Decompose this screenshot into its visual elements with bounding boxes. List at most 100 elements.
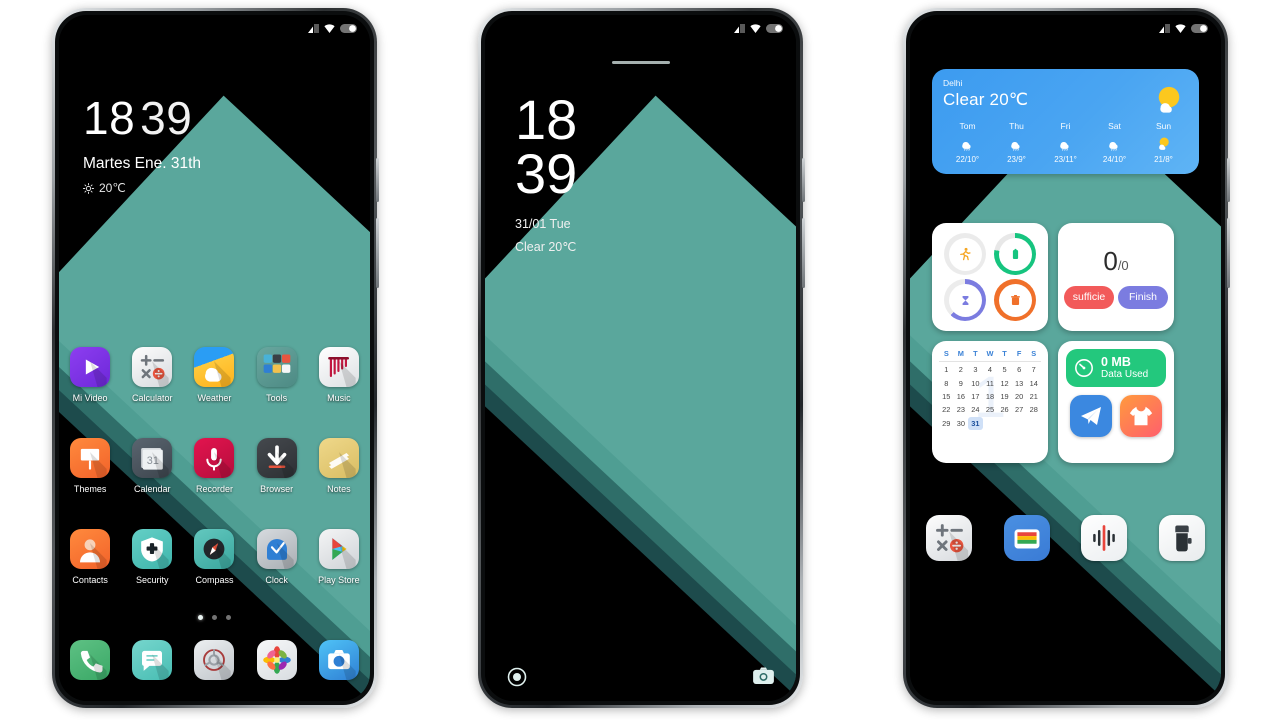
calendar-day[interactable]: 6 [1012, 363, 1027, 376]
app-security[interactable]: Security [125, 529, 179, 585]
app-recorder[interactable]: Recorder [187, 438, 241, 494]
notes-icon[interactable] [318, 438, 359, 478]
calendar-day[interactable]: 20 [1012, 390, 1027, 403]
calculator-icon[interactable] [132, 347, 173, 387]
calendar-day[interactable]: 27 [1012, 403, 1027, 416]
app-browser[interactable]: Browser [250, 438, 304, 494]
calendar-day[interactable]: 2 [954, 363, 969, 376]
calendar-day[interactable]: 21 [1026, 390, 1041, 403]
camera-icon[interactable] [318, 640, 359, 680]
calendar-day[interactable]: 8 [939, 376, 954, 389]
app-wallet[interactable] [1000, 515, 1054, 561]
calendar-day[interactable]: 14 [1026, 376, 1041, 389]
app-themes[interactable]: Themes [63, 438, 117, 494]
calendar-widget[interactable]: 1 SMTWTFS 1 2 3 4 5 6 7 8 9 10 11 12 13 14 15 16 17 18 19 2… [932, 341, 1048, 463]
score-widget[interactable]: 0/0 sufficie Finish [1058, 223, 1174, 331]
calendar-day[interactable]: 12 [997, 376, 1012, 389]
data-usage-widget[interactable]: 0 MB Data Used [1058, 341, 1174, 463]
fitness-ring-trash[interactable] [994, 279, 1036, 321]
fitness-widget[interactable] [932, 223, 1048, 331]
lock-clock-widget[interactable]: 18 39 31/01 Tue Clear 20℃ [515, 92, 577, 254]
fitness-ring-running[interactable] [944, 233, 986, 275]
calendar-day[interactable]: 19 [997, 390, 1012, 403]
browser-icon[interactable] [256, 438, 297, 478]
calendar-day[interactable]: 17 [968, 390, 983, 403]
volume-button[interactable] [802, 218, 805, 288]
clock-widget[interactable]: 18 39 Martes Ene. 31th 20℃ [83, 95, 201, 195]
calendar-day[interactable]: 1 [939, 363, 954, 376]
app-play-store[interactable]: Play Store [312, 529, 366, 585]
app-contacts[interactable]: Contacts [63, 529, 117, 585]
power-button[interactable] [376, 158, 379, 202]
calendar-day[interactable]: 29 [939, 417, 954, 430]
telegram-icon[interactable] [1070, 394, 1112, 437]
page-dot[interactable] [212, 615, 217, 620]
gallery-icon[interactable] [256, 640, 297, 680]
security-icon[interactable] [132, 529, 173, 569]
calendar-day[interactable]: 13 [1012, 376, 1027, 389]
compass-icon[interactable] [194, 529, 235, 569]
app-tools[interactable]: Tools [250, 347, 304, 403]
calendar-day[interactable]: 16 [954, 390, 969, 403]
calendar-day[interactable]: 30 [954, 417, 969, 430]
power-button[interactable] [802, 158, 805, 202]
music-icon[interactable] [318, 347, 359, 387]
phone-icon[interactable] [70, 640, 111, 680]
calendar-day[interactable]: 11 [983, 376, 998, 389]
app-notes[interactable]: Notes [312, 438, 366, 494]
weather-widget[interactable]: Delhi Clear 20℃ Tom 22/10° Thu 23/9° Fri 23/1… [932, 69, 1199, 174]
messages-icon[interactable] [132, 640, 173, 680]
power-button[interactable] [1227, 158, 1230, 202]
calendar-day[interactable]: 15 [939, 390, 954, 403]
calendar-day[interactable]: 24 [968, 403, 983, 416]
flashlight-icon[interactable] [1159, 515, 1206, 561]
themes-icon[interactable] [70, 438, 111, 478]
app-mi-video[interactable]: Mi Video [63, 347, 117, 403]
app-calculator[interactable] [922, 515, 976, 561]
app-flashlight[interactable] [1155, 515, 1209, 561]
tshirt-icon[interactable] [1120, 394, 1162, 437]
contacts-icon[interactable] [70, 529, 111, 569]
waveform-icon[interactable] [1081, 515, 1128, 561]
settings-icon[interactable] [194, 640, 235, 680]
flashlight-circle-icon[interactable] [507, 667, 527, 687]
dock-settings[interactable] [187, 640, 241, 680]
dock-phone[interactable] [63, 640, 117, 680]
page-indicator[interactable] [59, 615, 370, 620]
app-calculator[interactable]: Calculator [125, 347, 179, 403]
tools-folder-icon[interactable] [256, 347, 297, 387]
clock-icon[interactable] [256, 529, 297, 569]
dock-gallery[interactable] [250, 640, 304, 680]
calendar-day[interactable]: 28 [1026, 403, 1041, 416]
calendar-day[interactable]: 4 [983, 363, 998, 376]
recorder-icon[interactable] [194, 438, 235, 478]
app-music[interactable]: Music [312, 347, 366, 403]
calendar-day[interactable]: 23 [954, 403, 969, 416]
fitness-ring-battery[interactable] [994, 233, 1036, 275]
weather-icon[interactable] [194, 347, 235, 387]
calendar-day[interactable]: 31 [968, 416, 983, 430]
app-calendar[interactable]: 31 Calendar [125, 438, 179, 494]
app-weather[interactable]: Weather [187, 347, 241, 403]
calendar-day[interactable]: 22 [939, 403, 954, 416]
calendar-day[interactable]: 7 [1026, 363, 1041, 376]
calendar-day[interactable]: 9 [954, 376, 969, 389]
app-compass[interactable]: Compass [187, 529, 241, 585]
calendar-day[interactable]: 18 [983, 390, 998, 403]
calendar-day[interactable]: 26 [997, 403, 1012, 416]
calendar-day[interactable]: 3 [968, 363, 983, 376]
page-dot[interactable] [198, 615, 203, 620]
mi-video-icon[interactable] [70, 347, 111, 387]
calculator-icon[interactable] [925, 515, 972, 561]
wallet-icon[interactable] [1003, 515, 1050, 561]
volume-button[interactable] [376, 218, 379, 288]
dock-messages[interactable] [125, 640, 179, 680]
calendar-day[interactable]: 10 [968, 376, 983, 389]
calendar-day[interactable]: 25 [983, 403, 998, 416]
play-store-icon[interactable] [318, 529, 359, 569]
camera-icon[interactable] [753, 667, 774, 684]
dock-camera[interactable] [312, 640, 366, 680]
page-dot[interactable] [226, 615, 231, 620]
finish-button[interactable]: Finish [1118, 285, 1168, 309]
app-clock[interactable]: Clock [250, 529, 304, 585]
